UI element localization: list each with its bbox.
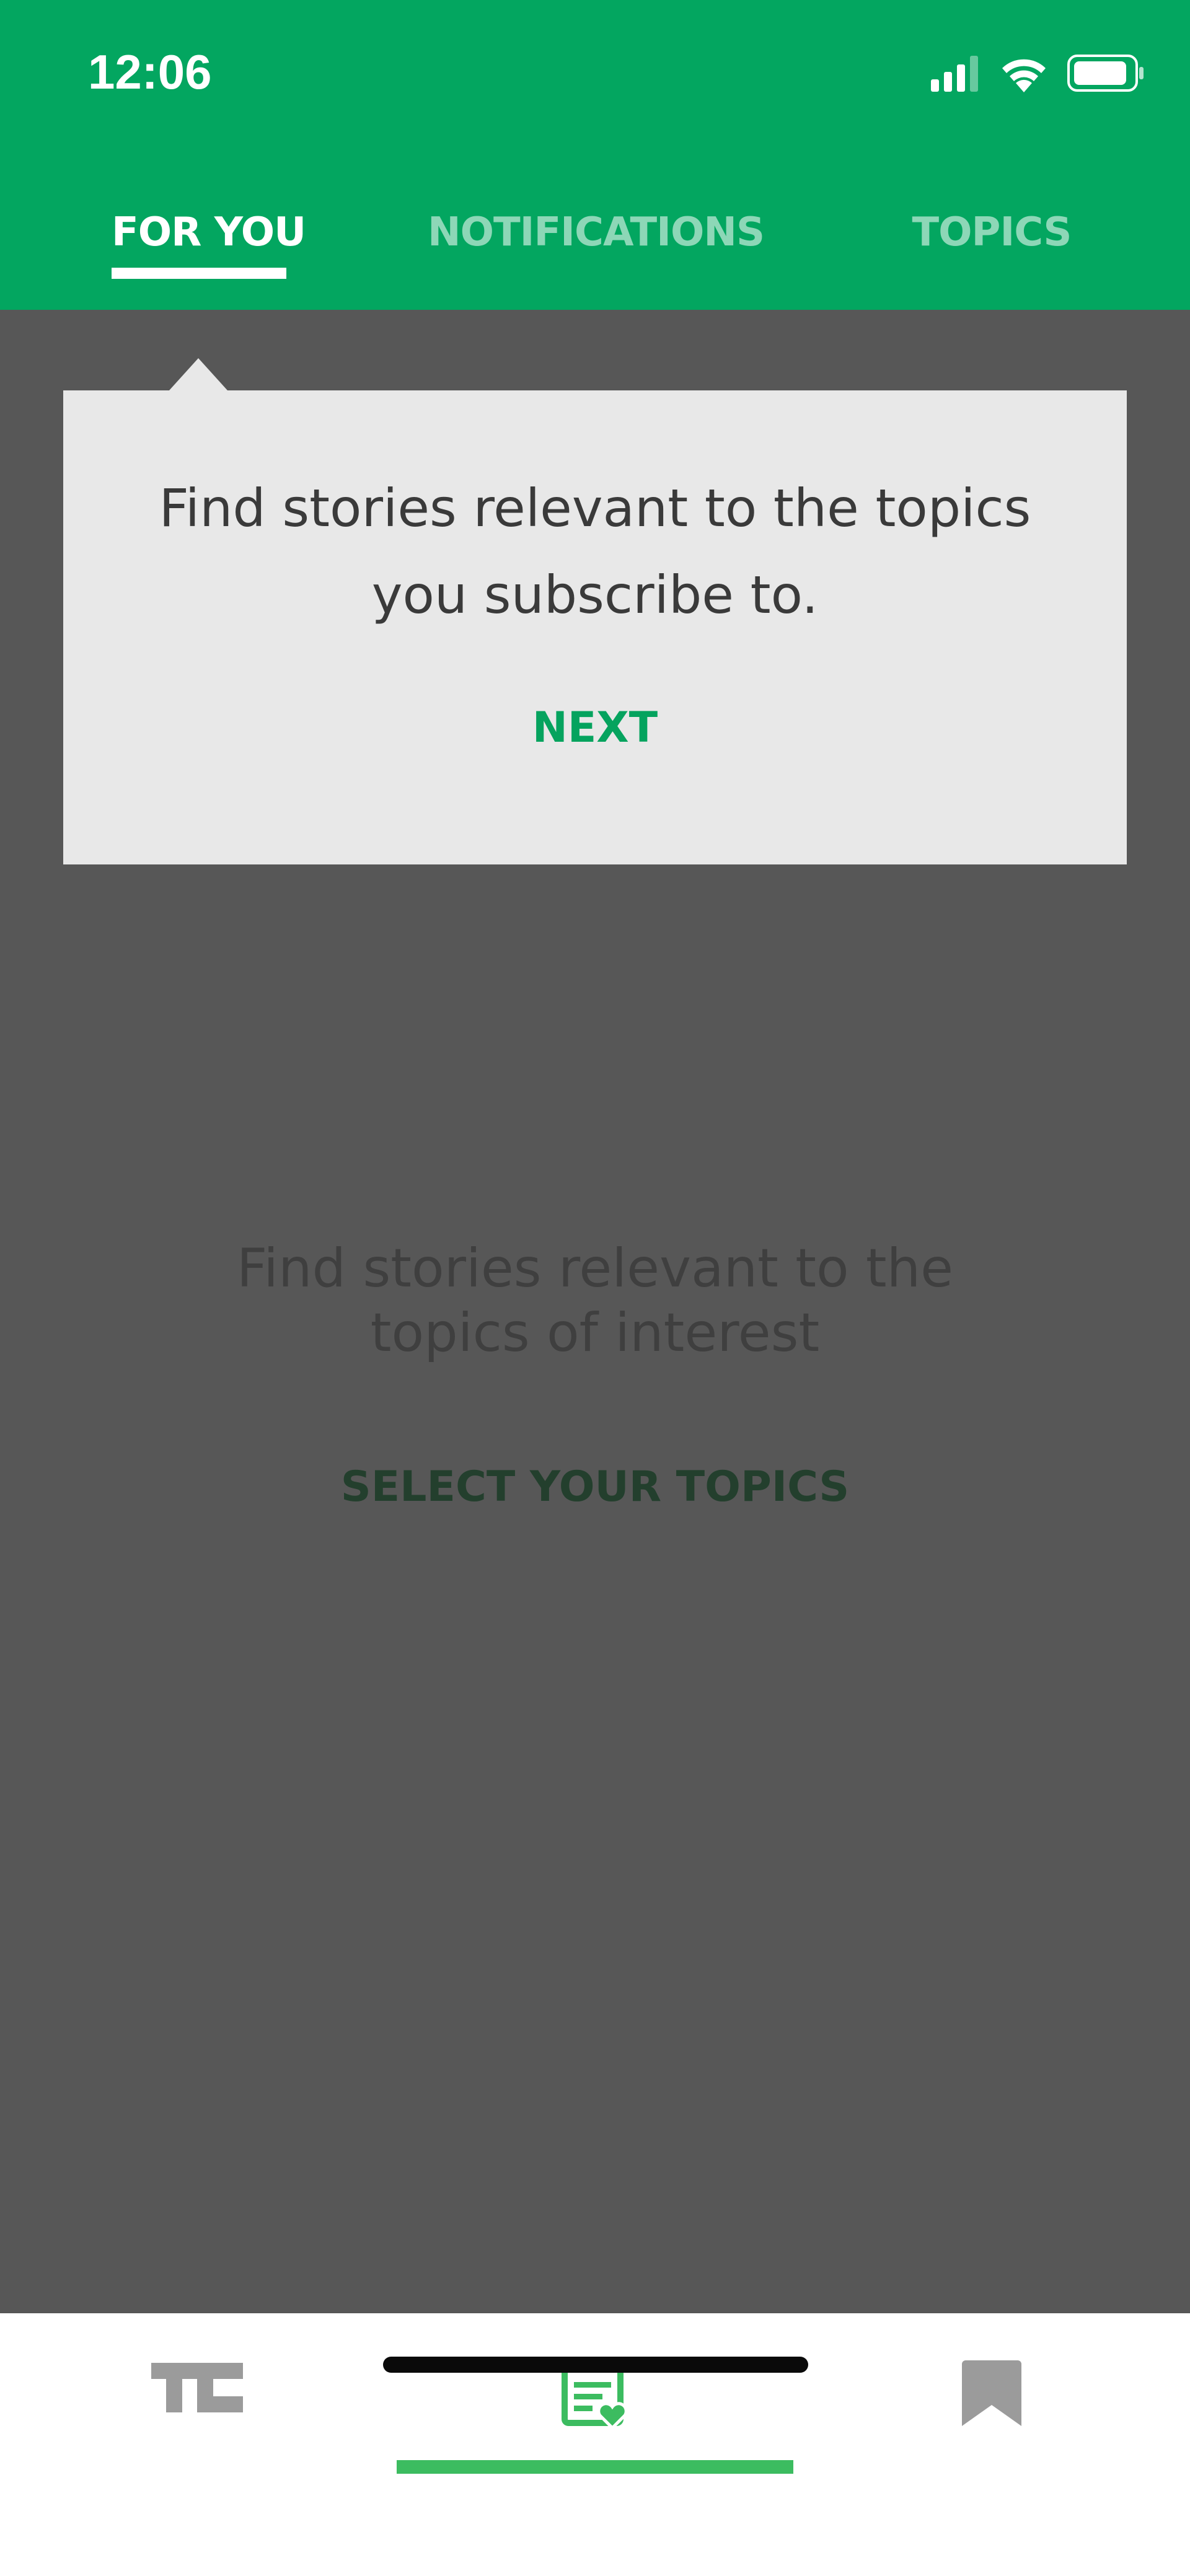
home-indicator[interactable] xyxy=(383,2357,808,2373)
status-icons xyxy=(931,50,1145,99)
onboarding-tooltip: Find stories relevant to the topics you … xyxy=(63,390,1127,864)
active-tab-indicator xyxy=(112,268,286,279)
app-header: 12:06 FOR YOU NOTIFICATIONS TOPICS xyxy=(0,0,1190,310)
tooltip-message: Find stories relevant to the topics you … xyxy=(159,478,1031,625)
tooltip-next-button[interactable]: NEXT xyxy=(63,697,1127,759)
tab-notifications[interactable]: NOTIFICATIONS xyxy=(428,204,765,260)
screen: 12:06 FOR YOU NOTIFICATIONS TOPICS Find … xyxy=(0,0,1190,2576)
empty-state-message: Find stories relevant to the topics of i… xyxy=(236,1237,954,1364)
nav-home[interactable] xyxy=(0,2313,397,2474)
signal-icon xyxy=(931,55,981,94)
select-topics-button[interactable]: SELECT YOUR TOPICS xyxy=(285,1456,905,1518)
nav-bookmarks[interactable] xyxy=(793,2313,1190,2474)
tab-for-you[interactable]: FOR YOU xyxy=(112,204,306,260)
wifi-icon xyxy=(999,54,1049,95)
techcrunch-logo-icon xyxy=(151,2363,243,2415)
nav-active-indicator xyxy=(397,2460,793,2474)
tooltip-arrow xyxy=(169,358,227,390)
top-tabs: FOR YOU NOTIFICATIONS TOPICS xyxy=(0,186,1190,310)
bottom-navigation xyxy=(0,2313,1190,2576)
bookmark-icon xyxy=(962,2360,1021,2429)
status-bar: 12:06 xyxy=(0,0,1190,146)
nav-for-you[interactable] xyxy=(397,2313,793,2474)
tab-topics[interactable]: TOPICS xyxy=(908,204,1075,260)
battery-icon xyxy=(1067,55,1145,94)
status-time: 12:06 xyxy=(88,45,212,99)
